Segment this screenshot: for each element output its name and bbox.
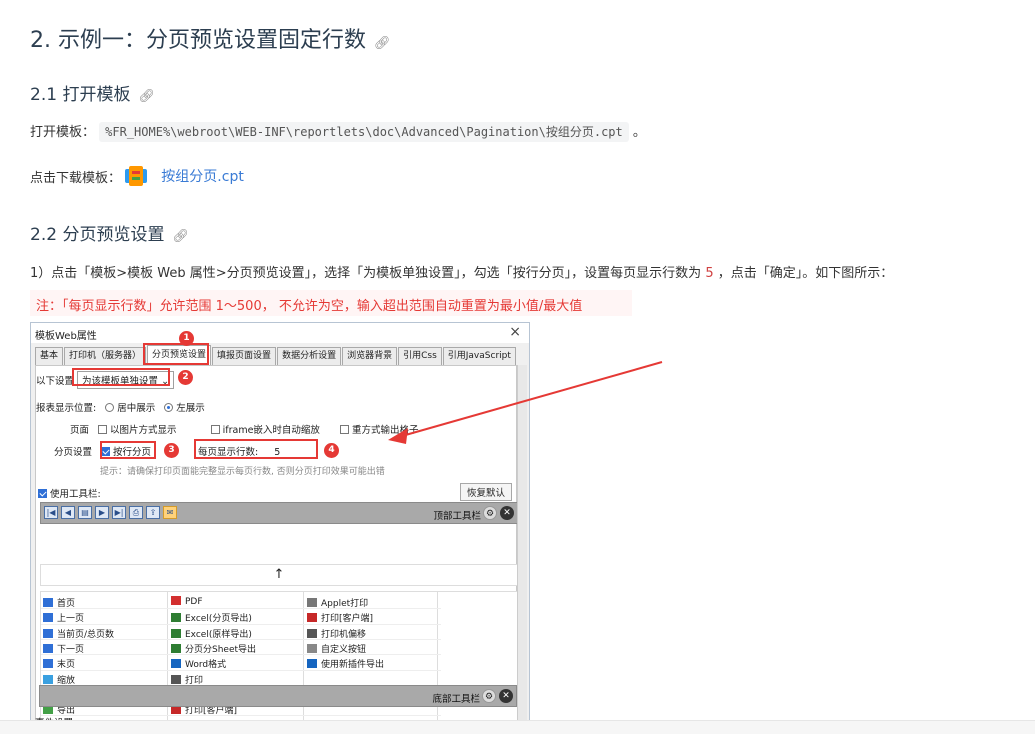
export-item-icon xyxy=(171,659,181,669)
close-icon[interactable]: × xyxy=(509,324,521,340)
export-item-icon xyxy=(171,613,181,623)
nav-item[interactable]: 当前页/总页数 xyxy=(43,627,114,640)
prev-page-icon[interactable]: ◀ xyxy=(61,506,75,519)
export-item-icon xyxy=(171,628,181,638)
export-item[interactable]: 分页分Sheet导出 xyxy=(171,642,256,655)
restore-default-button[interactable]: 恢复默认 xyxy=(460,483,513,501)
toolbar-icons: |◀ ◀ ▤ ▶ ▶| ⎙ ⇪ ✉ xyxy=(44,506,180,519)
dialog-title: 模板Web属性 × xyxy=(31,323,529,343)
template-path: %FR_HOME%\webroot\WEB-INF\reportlets\doc… xyxy=(99,122,629,142)
checkbox-iframe[interactable] xyxy=(210,425,220,434)
top-toolbar-label: 顶部工具栏 xyxy=(433,511,481,522)
nav-item[interactable]: 缩放 xyxy=(43,673,75,686)
tab-printer[interactable]: 打印机（服务器） xyxy=(64,347,147,365)
print-item-icon xyxy=(307,659,317,669)
highlight-rows xyxy=(194,439,318,459)
nav-item[interactable]: 首页 xyxy=(43,596,75,609)
export-item-label: PDF xyxy=(185,597,203,607)
page-row: 页面 以图片方式显示 iframe嵌入时自动缩放 重方式输出格子 xyxy=(70,425,419,436)
next-page-icon[interactable]: ▶ xyxy=(95,506,109,519)
print-item-icon xyxy=(307,598,317,607)
annotation-arrow xyxy=(388,361,663,444)
nav-item-icon xyxy=(43,674,53,684)
download-link[interactable]: 按组分页.cpt xyxy=(161,169,244,185)
export-item[interactable]: Excel(分页导出) xyxy=(171,611,252,624)
report-file-icon xyxy=(125,166,148,186)
link-icon[interactable]: 🔗︎ xyxy=(172,229,189,244)
move-up-arrow[interactable]: ↑ xyxy=(40,564,518,586)
tab-analysis[interactable]: 数据分析设置 xyxy=(277,347,342,365)
download-line: 点击下载模板： 按组分页.cpt xyxy=(30,166,244,186)
print-item-icon xyxy=(307,643,317,653)
nav-item[interactable]: 上一页 xyxy=(43,611,84,624)
open-template-line: 打开模板： %FR_HOME%\webroot\WEB-INF\reportle… xyxy=(30,121,646,142)
highlight-select xyxy=(72,368,170,386)
print-item[interactable]: 打印机偏移 xyxy=(307,627,366,640)
nav-item[interactable]: 下一页 xyxy=(43,642,84,655)
tab-fill[interactable]: 填报页面设置 xyxy=(212,347,277,365)
print-item[interactable]: Applet打印 xyxy=(307,596,368,609)
checkbox-use-toolbar[interactable] xyxy=(38,489,47,498)
close-icon[interactable]: ✕ xyxy=(499,689,513,703)
export-item-icon xyxy=(171,674,181,684)
checkbox-repeat[interactable] xyxy=(340,425,349,434)
nav-item-icon xyxy=(43,598,53,607)
badge-1: 1 xyxy=(179,331,194,346)
first-page-icon[interactable]: |◀ xyxy=(44,506,58,519)
gear-icon[interactable]: ⚙ xyxy=(482,689,496,703)
section-heading-settings: 2.2 分页预览设置 🔗︎ xyxy=(30,225,189,245)
highlight-tab xyxy=(143,343,209,365)
export-item-icon xyxy=(171,643,181,653)
close-icon[interactable]: ✕ xyxy=(500,506,514,520)
section-heading-open: 2.1 打开模板 🔗︎ xyxy=(30,85,155,105)
last-page-icon[interactable]: ▶| xyxy=(112,506,126,519)
badge-4: 4 xyxy=(324,443,339,458)
export-item-icon xyxy=(171,596,181,605)
print-item-icon xyxy=(307,628,317,638)
highlight-by-row xyxy=(100,441,156,459)
use-toolbar-row: 使用工具栏: xyxy=(38,486,101,500)
tab-basic[interactable]: 基本 xyxy=(35,347,64,365)
page-title: 2. 示例一：分页预览设置固定行数 🔗︎ xyxy=(30,28,391,53)
print-icon[interactable]: ⎙ xyxy=(129,506,143,519)
nav-item[interactable]: 末页 xyxy=(43,657,75,670)
print-item[interactable]: 自定义按钮 xyxy=(307,642,366,655)
radio-center[interactable] xyxy=(105,403,115,412)
step-1-text: 1）点击「模板>模板 Web 属性>分页预览设置」，选择「为模板单独设置」，勾选… xyxy=(30,266,894,281)
bottom-toolbar: 底部工具栏 ⚙ ✕ xyxy=(39,685,517,707)
nav-item-icon xyxy=(43,628,53,638)
print-item[interactable]: 打印[客户端] xyxy=(307,611,373,624)
nav-item-icon xyxy=(43,659,53,669)
page-footer-bar xyxy=(0,720,1035,734)
badge-3: 3 xyxy=(164,443,179,458)
hint-text: 提示：请确保打印页面能完整显示每页行数, 否则分页打印效果可能出错 xyxy=(100,467,385,477)
link-icon[interactable]: 🔗︎ xyxy=(138,89,155,104)
print-item-icon xyxy=(307,613,317,623)
mail-icon[interactable]: ✉ xyxy=(163,506,177,519)
top-toolbar: |◀ ◀ ▤ ▶ ▶| ⎙ ⇪ ✉ 顶部工具栏 ⚙ ✕ xyxy=(40,502,518,524)
bottom-toolbar-label: 底部工具栏 xyxy=(432,694,480,705)
export-item[interactable]: Excel(原样导出) xyxy=(171,627,252,640)
gear-icon[interactable]: ⚙ xyxy=(483,506,497,520)
nav-item-icon xyxy=(43,643,53,653)
position-row: 报表显示位置: 居中展示 左展示 xyxy=(36,403,205,414)
export-item[interactable]: PDF xyxy=(171,596,203,607)
nav-item-icon xyxy=(43,613,53,623)
page-count-icon[interactable]: ▤ xyxy=(78,506,92,519)
link-icon[interactable]: 🔗︎ xyxy=(374,36,391,51)
radio-left[interactable] xyxy=(164,403,174,412)
print-item[interactable]: 使用新插件导出 xyxy=(307,657,384,670)
note-box: 注：「每页显示行数」允许范围 1～500， 不允许为空，输入超出范围自动重置为最… xyxy=(30,290,632,316)
export-icon[interactable]: ⇪ xyxy=(146,506,160,519)
export-item[interactable]: Word格式 xyxy=(171,657,226,670)
badge-2: 2 xyxy=(178,370,193,385)
checkbox-image[interactable] xyxy=(98,425,108,434)
export-item[interactable]: 打印 xyxy=(171,673,203,686)
